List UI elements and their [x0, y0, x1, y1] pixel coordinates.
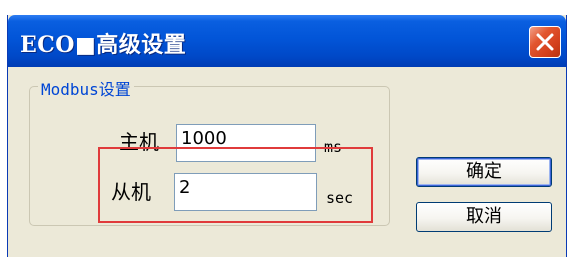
slave-label: 从机 [111, 180, 151, 204]
close-icon [536, 33, 554, 51]
slave-value-input[interactable]: 2 [174, 173, 317, 211]
ok-button[interactable]: 确定 [416, 157, 552, 187]
title-bar[interactable]: ECO■高级设置 [8, 15, 566, 67]
modbus-group-legend: Modbus设置 [38, 76, 134, 100]
window-title: ECO■高级设置 [20, 32, 187, 58]
cancel-button[interactable]: 取消 [416, 202, 552, 232]
slave-unit: sec [326, 189, 354, 207]
close-button[interactable] [529, 26, 561, 58]
